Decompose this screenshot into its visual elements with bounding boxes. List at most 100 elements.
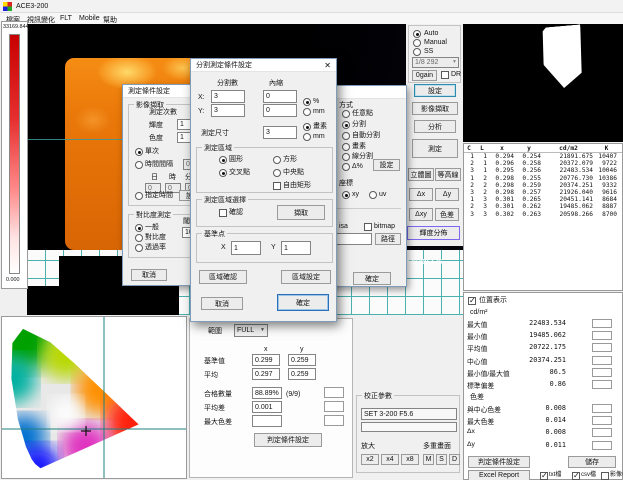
area-set-button[interactable]: 區域設定	[281, 270, 331, 284]
preview-view[interactable]	[463, 24, 623, 142]
transmittance-radio[interactable]	[135, 244, 143, 252]
dr-checkbox[interactable]	[441, 71, 449, 79]
path-button[interactable]: 路徑	[375, 233, 401, 245]
reference-x-field[interactable]: 0.299	[252, 354, 280, 366]
color-diff-button[interactable]: 色差	[435, 208, 459, 221]
size-pixel-radio[interactable]	[303, 123, 311, 131]
table-row[interactable]: 220.2980.25920374.2519332	[464, 182, 622, 189]
method-pixel-radio[interactable]	[342, 143, 350, 151]
reference-y-field[interactable]: 0.259	[288, 354, 316, 366]
dialog-split-close-icon[interactable]: ✕	[324, 61, 331, 70]
multi-s-button[interactable]: S	[436, 454, 447, 465]
circle-radio[interactable]	[219, 156, 227, 164]
zoom-x8-button[interactable]: x8	[401, 454, 419, 465]
area-confirm-button[interactable]: 區域確認	[199, 270, 247, 284]
image-capture-button[interactable]: 影像擷取	[412, 102, 458, 115]
single-radio[interactable]	[135, 148, 143, 156]
capture-area-button[interactable]: 擷取	[277, 205, 325, 220]
save-button[interactable]: 儲存	[568, 456, 616, 468]
manual-radio[interactable]	[413, 39, 421, 47]
csv-file-checkbox[interactable]	[572, 472, 580, 480]
method-auto-split-radio[interactable]	[342, 132, 350, 140]
method-set-button[interactable]: 設定	[373, 159, 400, 171]
stats-judge-button[interactable]: 判定條件設定	[468, 456, 530, 468]
menu-flt[interactable]: FLT	[57, 14, 75, 23]
table-cell: 3	[464, 211, 477, 218]
table-row[interactable]: 210.2960.25820372.0799722	[464, 160, 622, 167]
inset-mm-radio[interactable]	[303, 108, 311, 116]
free-rect-checkbox[interactable]	[273, 182, 281, 190]
method-delta-percent-radio[interactable]	[342, 163, 350, 171]
delta-x-button[interactable]: Δx	[409, 188, 433, 201]
split-cancel-button[interactable]: 取消	[201, 297, 243, 310]
position-display-checkbox[interactable]	[468, 297, 476, 305]
gain-button[interactable]: 0gain	[412, 70, 437, 81]
bitmap-checkbox[interactable]	[364, 223, 372, 231]
table-row[interactable]: 310.2950.25622483.53410046	[464, 167, 622, 174]
table-row[interactable]: 230.3010.26219485.0628887	[464, 203, 622, 210]
x-divisions-field[interactable]: 3	[211, 90, 245, 103]
contour-button[interactable]: 等高線	[435, 168, 461, 181]
settings-button[interactable]: 設定	[414, 84, 456, 97]
y-divisions-field[interactable]: 3	[211, 104, 245, 117]
judge-box	[592, 380, 612, 389]
size-mm-radio[interactable]	[303, 133, 311, 141]
luminance-dist-button[interactable]: 輝度分佈	[407, 226, 460, 240]
method-any-point-radio[interactable]	[342, 110, 350, 118]
txt-file-checkbox[interactable]	[540, 472, 548, 480]
size-field[interactable]: 3	[263, 126, 297, 139]
contrast-radio[interactable]	[135, 234, 143, 242]
cross-point-radio[interactable]	[219, 169, 227, 177]
shutter-select[interactable]: 1/8 292▼	[412, 57, 459, 68]
image-file-checkbox[interactable]	[601, 472, 609, 480]
average-y-field[interactable]: 0.259	[288, 368, 316, 380]
measure-button[interactable]: 測定	[412, 139, 458, 158]
multi-m-button[interactable]: M	[423, 454, 434, 465]
delta-xy-button[interactable]: Δxy	[409, 208, 433, 221]
calibration-empty-field[interactable]	[361, 422, 457, 432]
method-split-radio[interactable]	[342, 121, 350, 129]
x-inset-field[interactable]: 0	[263, 90, 297, 103]
zoom-x2-button[interactable]: x2	[361, 454, 379, 465]
base-x-field[interactable]: 1	[231, 241, 261, 255]
size-label: 測定尺寸	[201, 129, 229, 138]
table-row[interactable]: 130.3010.26520451.1418684	[464, 196, 622, 203]
split-ok-button[interactable]: 確定	[277, 294, 329, 311]
method-ok-button[interactable]: 確定	[353, 272, 391, 285]
confirm-checkbox[interactable]	[219, 209, 227, 217]
dialog-split-titlebar[interactable]: 分割測定條件設定	[191, 59, 336, 72]
table-row[interactable]: 110.2940.25421891.67510407	[464, 153, 622, 160]
table-cell: 1	[464, 175, 477, 182]
method-line-split-radio[interactable]	[342, 153, 350, 161]
base-y-field[interactable]: 1	[281, 241, 311, 255]
path-field[interactable]	[335, 233, 372, 245]
interval-radio[interactable]	[135, 161, 143, 169]
table-row[interactable]: 120.2980.25520776.73010386	[464, 175, 622, 182]
stat-row: 最小值/最大值86.5	[464, 367, 622, 379]
ss-radio[interactable]	[413, 48, 421, 56]
average-x-field[interactable]: 0.297	[252, 368, 280, 380]
coord-xy-radio[interactable]	[342, 191, 350, 199]
general-radio[interactable]	[135, 224, 143, 232]
delta-y-button[interactable]: Δy	[435, 188, 459, 201]
multi-d-button[interactable]: D	[449, 454, 460, 465]
cie-diagram-panel[interactable]	[1, 316, 187, 479]
view3d-button[interactable]: 立體圖	[408, 168, 434, 181]
auto-radio[interactable]	[413, 30, 421, 38]
menu-mobile[interactable]: Mobile	[76, 14, 103, 23]
y-inset-field[interactable]: 0	[263, 104, 297, 117]
calibration-value-field[interactable]: SET 3-200 F5.6	[361, 408, 457, 420]
square-radio[interactable]	[273, 156, 281, 164]
table-row[interactable]: 330.3020.26320598.2668700	[464, 211, 622, 218]
center-point-radio[interactable]	[273, 169, 281, 177]
table-row[interactable]: 320.2980.25721926.0409616	[464, 189, 622, 196]
timed-radio[interactable]	[135, 192, 143, 200]
range-select[interactable]: FULL▼	[234, 324, 268, 337]
coord-uv-radio[interactable]	[369, 191, 377, 199]
conditions-cancel-button[interactable]: 取消	[131, 269, 167, 281]
zoom-x4-button[interactable]: x4	[381, 454, 399, 465]
judge-condition-button[interactable]: 判定條件設定	[254, 433, 322, 447]
excel-report-button[interactable]: Excel Report	[468, 470, 530, 480]
inset-percent-radio[interactable]	[303, 98, 311, 106]
analyze-button[interactable]: 分析	[414, 120, 456, 133]
